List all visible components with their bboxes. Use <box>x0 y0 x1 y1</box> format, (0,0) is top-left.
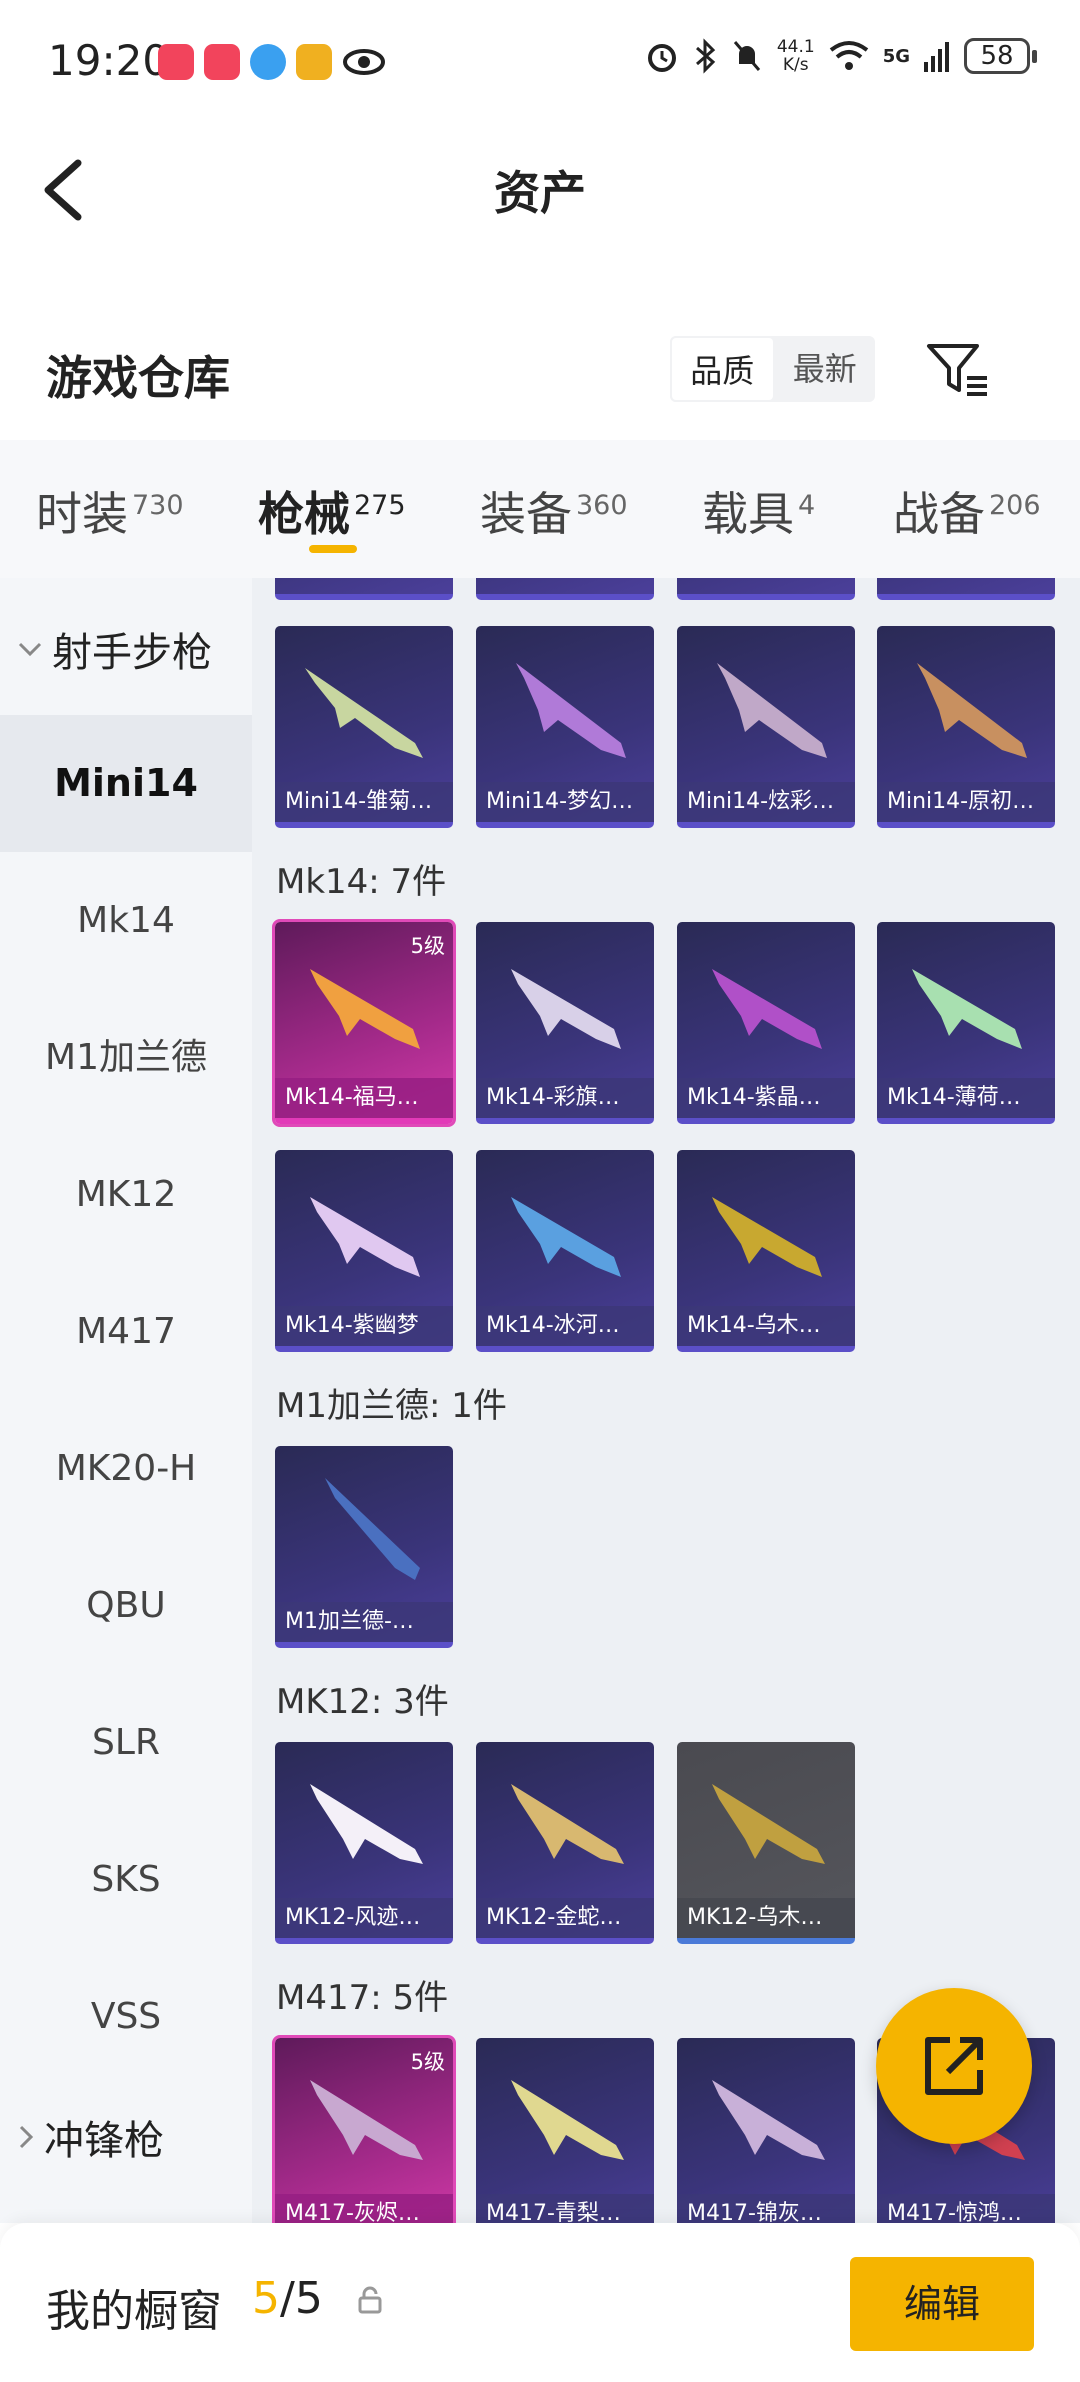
app-notification-icon <box>204 44 240 80</box>
notification-icons <box>158 44 386 80</box>
rifle-skin-icon <box>305 668 423 758</box>
rifle-skin-icon <box>717 663 827 758</box>
rifle-skin-icon <box>912 969 1022 1049</box>
weapon-card[interactable]: Mk14-乌木… <box>677 1150 855 1352</box>
sidebar-item-mini14[interactable]: Mini14 <box>0 715 252 852</box>
app-notification-icon <box>158 44 194 80</box>
signal-icon <box>924 42 949 72</box>
section-title-mk14: Mk14: 7件 <box>276 862 447 902</box>
weapon-card[interactable]: M1加兰德-… <box>275 1446 453 1648</box>
weapon-card[interactable]: M417-青梨… <box>476 2038 654 2223</box>
sidebar-item-vss[interactable]: VSS <box>0 1948 252 2085</box>
alarm-icon <box>647 44 676 72</box>
weapon-card[interactable]: 5级 M417-灰烬… <box>272 2035 456 2223</box>
weapon-card[interactable]: Mk14-紫幽梦 <box>275 1150 453 1352</box>
showcase-count: 5/5 <box>252 2273 323 2324</box>
section-title-mk12: MK12: 3件 <box>276 1682 449 1722</box>
bluetooth-icon <box>695 38 716 74</box>
group-smgs[interactable]: 冲锋枪 <box>18 2108 164 2166</box>
page-title: 资产 <box>494 166 586 220</box>
showcase-title: 我的橱窗 <box>46 2286 222 2337</box>
weapon-card[interactable]: MK12-金蛇… <box>476 1742 654 1944</box>
weapon-card[interactable]: Mk14-薄荷… <box>877 922 1055 1124</box>
chevron-right-icon <box>19 2125 34 2149</box>
network-type: 5G <box>882 45 910 67</box>
section-title-m417: M417: 5件 <box>276 1978 449 2018</box>
warehouse-title: 游戏仓库 <box>46 351 230 405</box>
rifle-skin-icon <box>310 1197 420 1277</box>
rifle-skin-icon <box>712 1784 825 1864</box>
rifle-skin-icon <box>917 663 1027 758</box>
rifle-skin-icon <box>325 1478 420 1580</box>
section-title-m1-garand: M1加兰德: 1件 <box>276 1386 507 1426</box>
sidebar-item-qbu[interactable]: QBU <box>0 1537 252 1674</box>
weapon-card[interactable]: Mini14-原初… <box>877 626 1055 828</box>
weapon-grid: Mini14-雏菊… Mini14-梦幻… Mini14-炫彩… Mini14-… <box>252 578 1080 2223</box>
eye-icon <box>343 49 385 75</box>
rifle-skin-icon <box>511 1784 624 1864</box>
mute-icon <box>733 41 760 71</box>
group-marksman-rifles[interactable]: 射手步枪 <box>18 620 212 678</box>
weapon-card[interactable]: Mini14-炫彩… <box>677 626 855 828</box>
sidebar-item-mk14[interactable]: Mk14 <box>0 852 252 989</box>
wifi-icon <box>829 41 868 70</box>
active-tab-indicator <box>309 545 357 553</box>
weapon-card[interactable] <box>877 578 1055 600</box>
status-time: 19:20 <box>48 36 170 85</box>
status-bar: 19:20 44.1 K/s 5G 58 <box>0 0 1080 125</box>
weapon-card[interactable]: 5级 Mk14-福马… <box>272 919 456 1127</box>
sidebar-item-slr[interactable]: SLR <box>0 1674 252 1811</box>
browser-icon <box>250 44 286 80</box>
nav-bar: 资产 <box>0 125 1080 255</box>
warehouse-header: 游戏仓库 品质 最新 <box>0 300 1080 440</box>
rifle-skin-icon <box>511 1197 621 1277</box>
rifle-skin-icon <box>516 663 626 758</box>
rifle-skin-icon <box>511 2080 624 2160</box>
sidebar-item-mk12[interactable]: MK12 <box>0 1126 252 1263</box>
weapon-sidebar: 射手步枪 Mini14 Mk14 M1加兰德 MK12 M417 MK20-H … <box>0 578 252 2223</box>
weapon-card[interactable]: Mk14-紫晶… <box>677 922 855 1124</box>
weapon-card[interactable]: Mk14-彩旗… <box>476 922 654 1124</box>
weapon-card[interactable] <box>677 578 855 600</box>
rifle-skin-icon <box>310 2080 423 2160</box>
net-speed: 44.1 K/s <box>776 37 815 75</box>
weapon-card[interactable]: Mini14-雏菊… <box>275 626 453 828</box>
rifle-skin-icon <box>310 969 420 1049</box>
weapon-card[interactable]: MK12-乌木… <box>677 1742 855 1944</box>
category-tabs: 时装 730 枪械 275 装备 360 载具 4 战备 206 <box>0 440 1080 578</box>
share-fab-button[interactable] <box>876 1988 1032 2144</box>
filter-icon[interactable] <box>925 340 995 400</box>
lock-icon <box>358 2286 382 2314</box>
sidebar-item-m417[interactable]: M417 <box>0 1263 252 1400</box>
sort-newest-option[interactable]: 最新 <box>775 336 876 402</box>
sidebar-item-mk20h[interactable]: MK20-H <box>0 1400 252 1537</box>
weapon-card[interactable]: M417-锦灰… <box>677 2038 855 2223</box>
sort-quality-option[interactable]: 品质 <box>670 336 775 402</box>
edit-button[interactable]: 编辑 <box>850 2257 1034 2351</box>
external-link-icon <box>925 2037 983 2095</box>
tab-equipment[interactable]: 装备 360 <box>480 478 628 544</box>
sidebar-item-m1-garand[interactable]: M1加兰德 <box>0 989 252 1126</box>
rifle-skin-icon <box>712 1197 822 1277</box>
rifle-skin-icon <box>712 969 822 1049</box>
tab-supplies[interactable]: 战备 206 <box>893 478 1041 544</box>
sort-toggle: 品质 最新 <box>670 336 875 402</box>
tab-vehicles[interactable]: 载具 4 <box>702 478 815 544</box>
rifle-skin-icon <box>712 2080 825 2160</box>
battery-indicator: 58 <box>964 38 1037 74</box>
weapon-card[interactable] <box>275 578 453 600</box>
rifle-skin-icon <box>511 969 621 1049</box>
weapon-card[interactable]: Mini14-梦幻… <box>476 626 654 828</box>
tab-firearms[interactable]: 枪械 275 <box>258 478 406 544</box>
weapon-card[interactable]: Mk14-冰河… <box>476 1150 654 1352</box>
showcase-bar: 我的橱窗 5/5 编辑 <box>0 2223 1080 2382</box>
chevron-down-icon <box>18 642 42 657</box>
app-notification-icon <box>296 44 332 80</box>
tab-fashion[interactable]: 时装 730 <box>36 478 184 544</box>
weapon-card[interactable] <box>476 578 654 600</box>
sidebar-item-sks[interactable]: SKS <box>0 1811 252 1948</box>
rifle-skin-icon <box>310 1784 423 1864</box>
weapon-card[interactable]: MK12-风迹… <box>275 1742 453 1944</box>
